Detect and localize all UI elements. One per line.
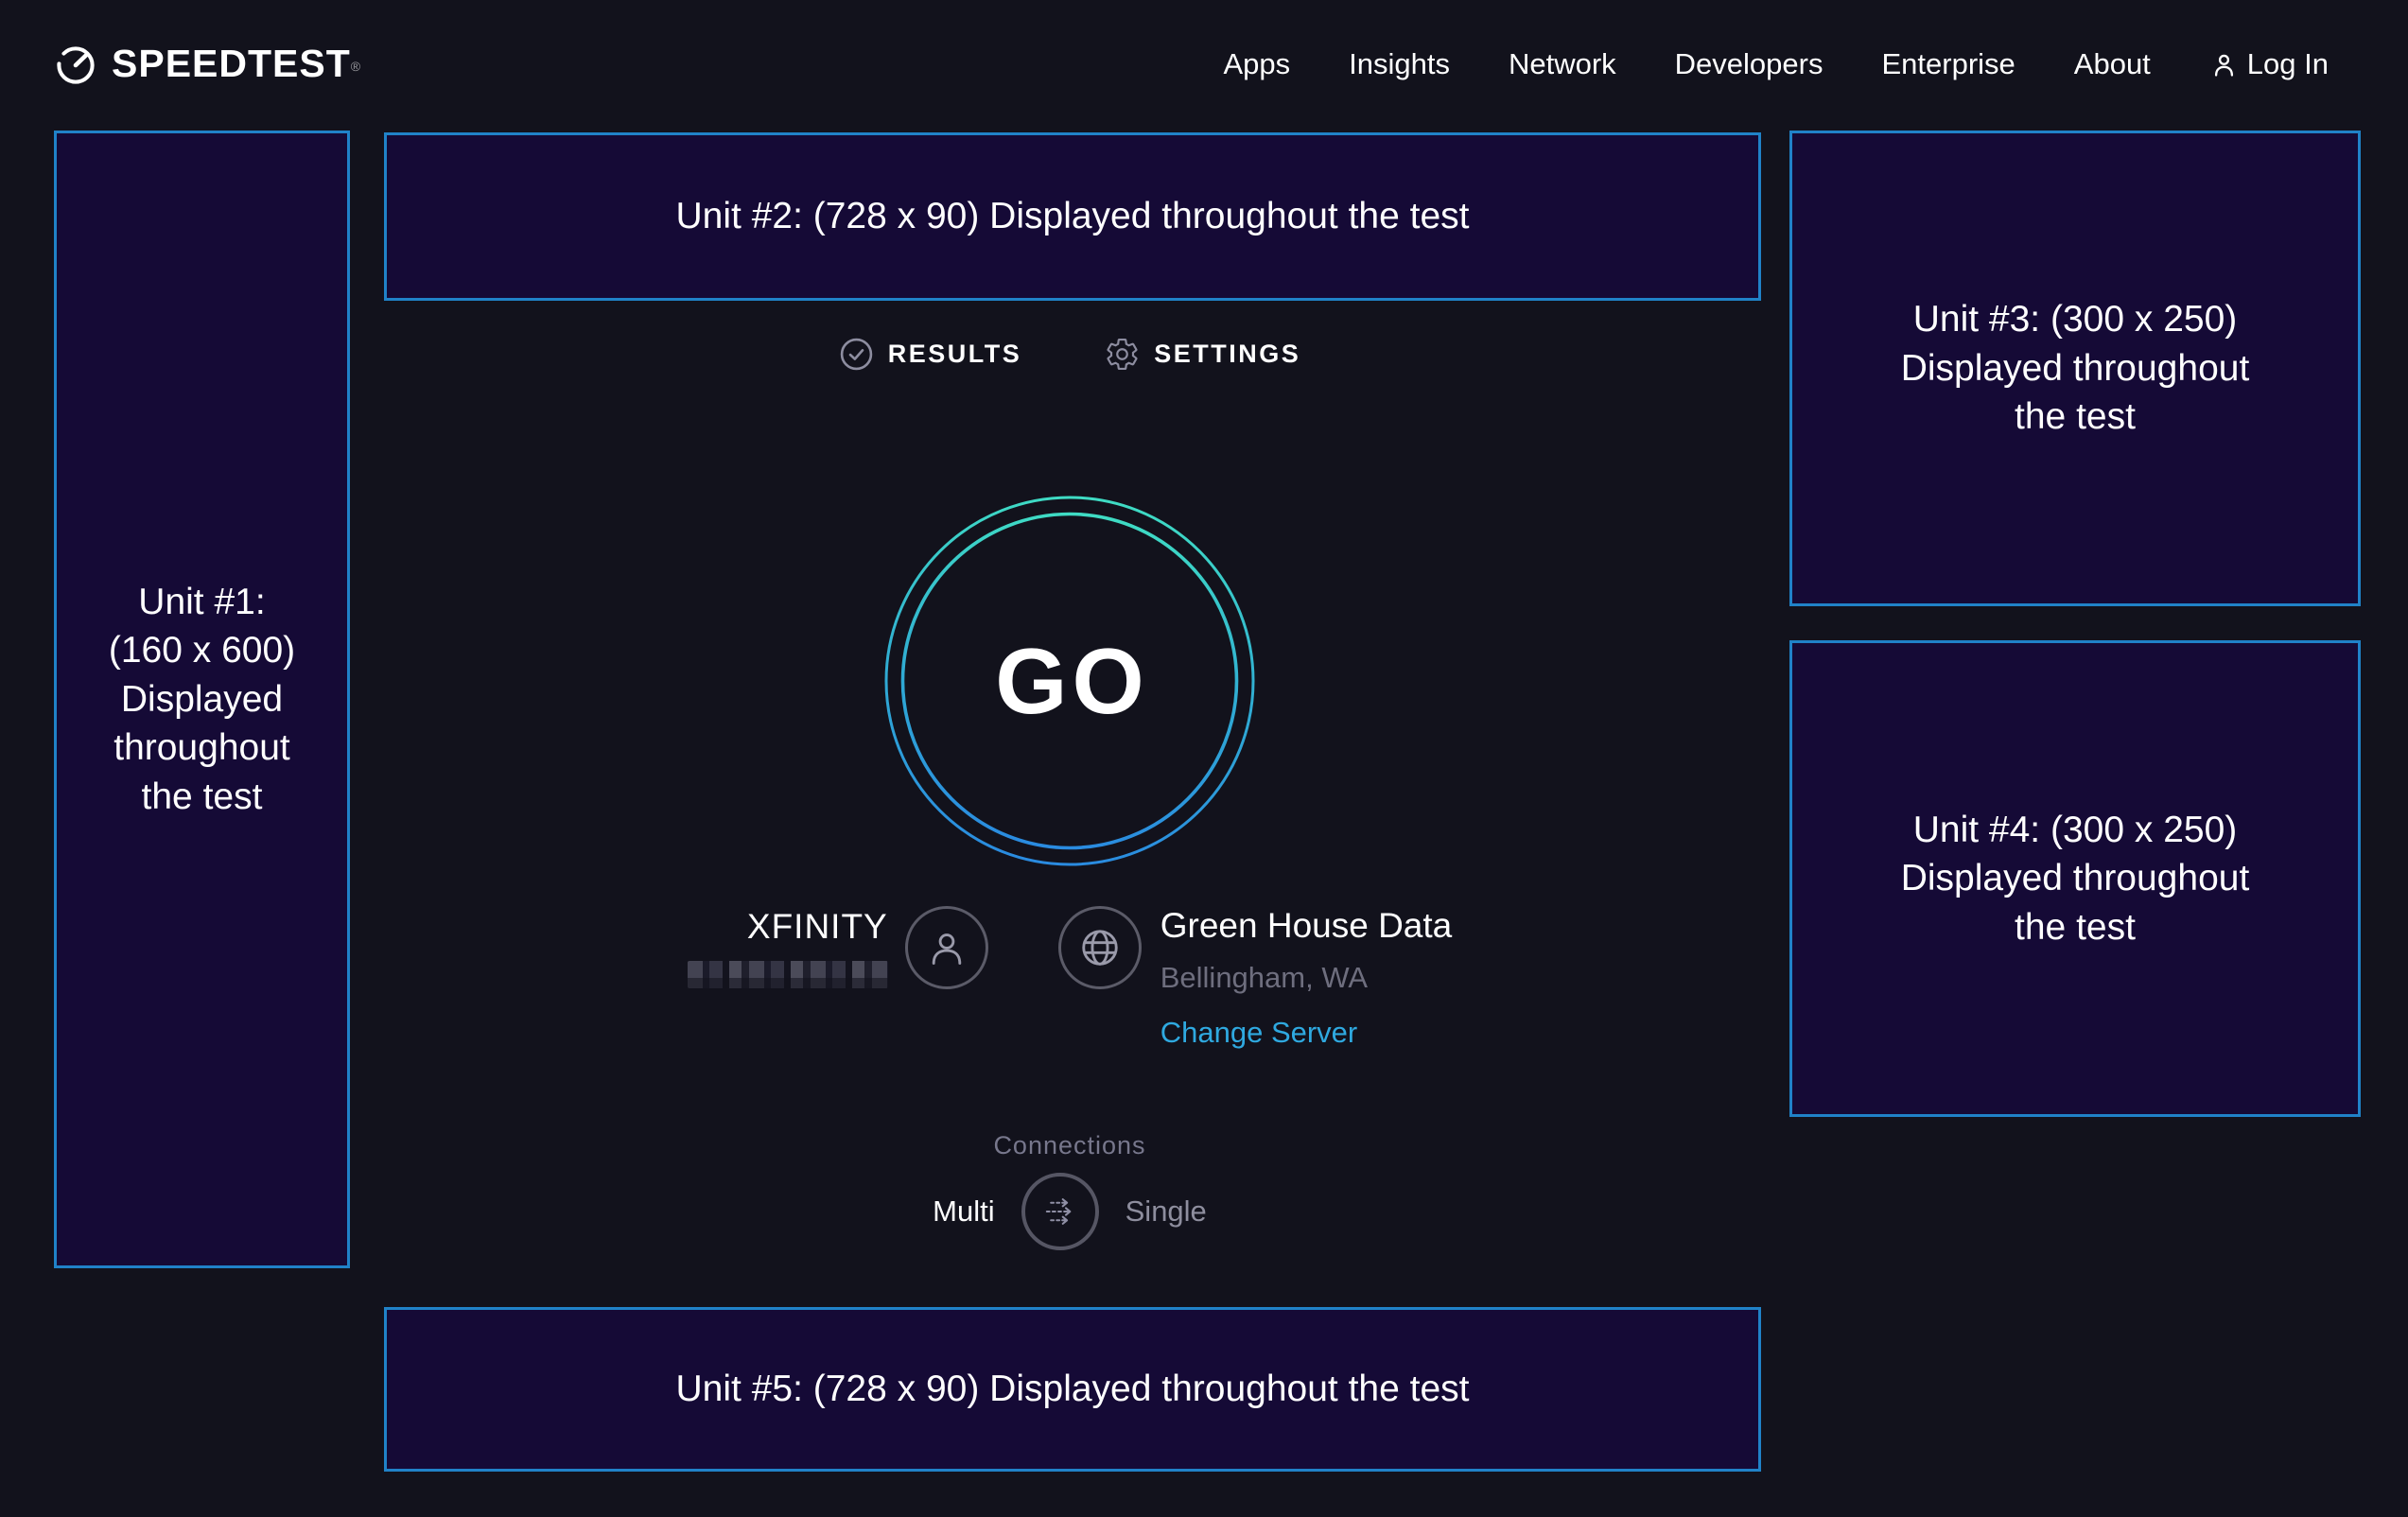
connections-single-option[interactable]: Single bbox=[1125, 1194, 1207, 1229]
ad-unit-4[interactable]: Unit #4: (300 x 250) Displayed throughou… bbox=[1789, 640, 2361, 1117]
connections-multi-option[interactable]: Multi bbox=[933, 1194, 994, 1229]
user-icon bbox=[2209, 50, 2239, 79]
globe-icon bbox=[1078, 926, 1122, 969]
gauge-icon bbox=[54, 44, 97, 87]
logo-text: SPEEDTEST® bbox=[112, 42, 360, 85]
change-server-link[interactable]: Change Server bbox=[1160, 1016, 1358, 1050]
isp-avatar-circle bbox=[905, 906, 988, 989]
ad-unit-1[interactable]: Unit #1: (160 x 600) Displayed throughou… bbox=[54, 131, 350, 1268]
server-globe-circle bbox=[1058, 906, 1142, 989]
connections-label: Connections bbox=[993, 1131, 1145, 1160]
nav-item-enterprise[interactable]: Enterprise bbox=[1881, 47, 2015, 81]
tab-results[interactable]: RESULTS bbox=[839, 337, 1022, 372]
person-icon bbox=[925, 926, 968, 969]
tab-results-label: RESULTS bbox=[888, 340, 1022, 369]
gear-icon bbox=[1105, 337, 1140, 372]
speedtest-logo[interactable]: SPEEDTEST® bbox=[54, 42, 360, 87]
check-circle-icon bbox=[839, 337, 874, 372]
server-location: Bellingham, WA bbox=[1160, 961, 1368, 995]
connections-label-row: Connections bbox=[350, 1131, 1789, 1160]
server-block: Green House Data Bellingham, WA Change S… bbox=[1058, 906, 1453, 1050]
multi-arrows-icon bbox=[1038, 1189, 1083, 1234]
tab-settings[interactable]: SETTINGS bbox=[1105, 337, 1300, 372]
ad-unit-4-text: Unit #4: (300 x 250) Displayed throughou… bbox=[1901, 806, 2250, 951]
connections-toggle-row: Multi Single bbox=[350, 1173, 1789, 1250]
isp-text-column: XFINITY bbox=[688, 907, 888, 988]
isp-block: XFINITY bbox=[688, 906, 988, 989]
login-label: Log In bbox=[2247, 47, 2329, 81]
ad-unit-3-text: Unit #3: (300 x 250) Displayed throughou… bbox=[1901, 295, 2250, 441]
server-name: Green House Data bbox=[1160, 906, 1453, 946]
logo-wordmark: SPEEDTEST bbox=[112, 42, 351, 85]
login-button[interactable]: Log In bbox=[2209, 47, 2329, 81]
nav-item-about[interactable]: About bbox=[2074, 47, 2151, 81]
go-button-label: GO bbox=[882, 494, 1257, 868]
tab-settings-label: SETTINGS bbox=[1154, 340, 1300, 369]
tab-bar: RESULTS SETTINGS bbox=[350, 337, 1789, 372]
isp-detail-redacted bbox=[688, 961, 888, 988]
connections-toggle[interactable] bbox=[1021, 1173, 1099, 1250]
ad-unit-3[interactable]: Unit #3: (300 x 250) Displayed throughou… bbox=[1789, 131, 2361, 606]
isp-name: XFINITY bbox=[747, 907, 888, 947]
server-text-column: Green House Data Bellingham, WA Change S… bbox=[1160, 906, 1453, 1050]
ad-unit-1-text: Unit #1: (160 x 600) Displayed throughou… bbox=[109, 578, 295, 821]
speedtest-main-panel: RESULTS SETTINGS bbox=[350, 0, 1789, 1517]
connection-info-row: XFINITY bbox=[350, 906, 1789, 1050]
go-button[interactable]: GO bbox=[882, 494, 1257, 868]
go-button-row: GO bbox=[350, 494, 1789, 868]
speedtest-page: SPEEDTEST® Apps Insights Network Develop… bbox=[0, 0, 2408, 1517]
